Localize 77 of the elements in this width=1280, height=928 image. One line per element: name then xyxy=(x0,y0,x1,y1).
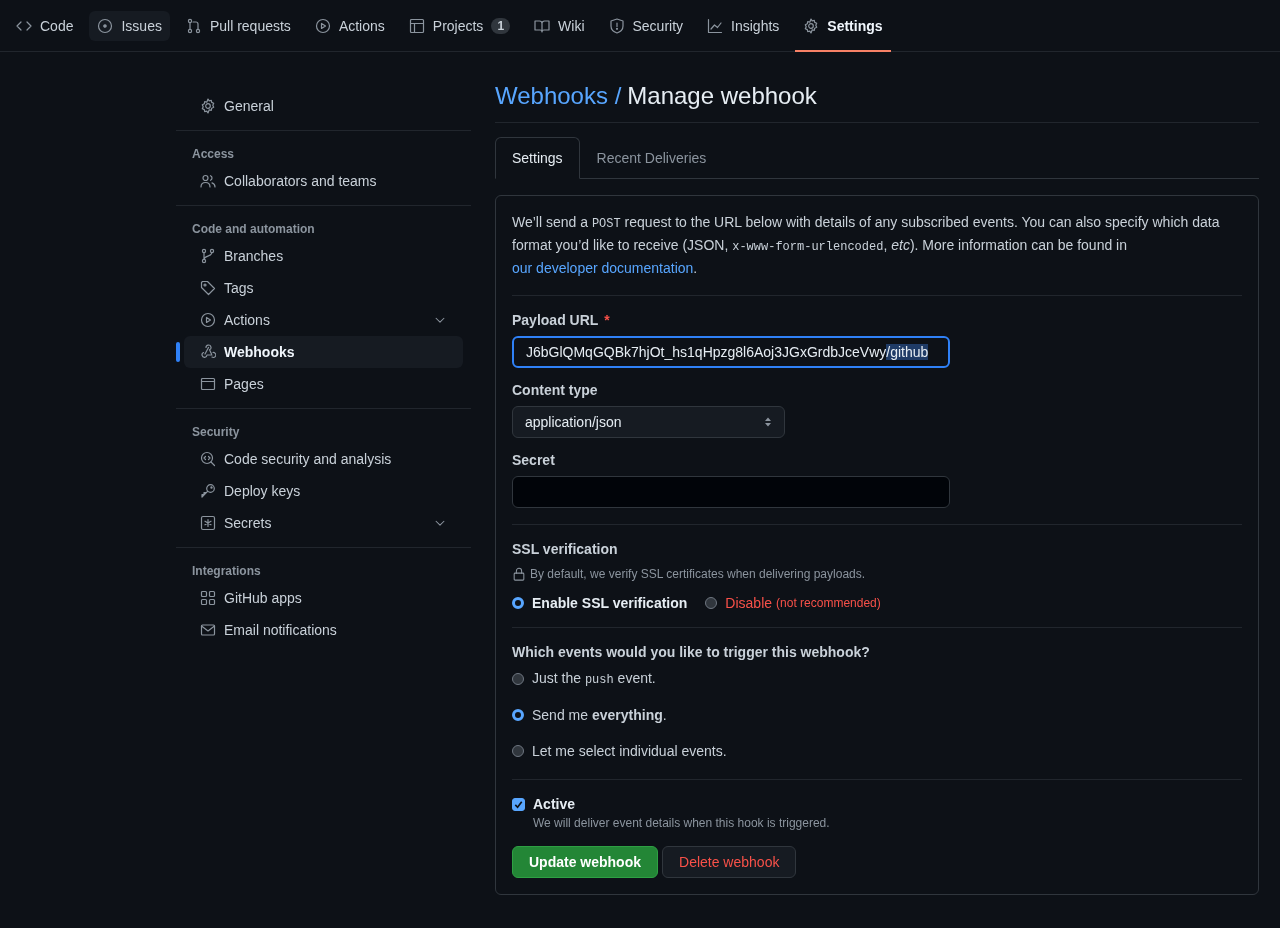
apps-grid-icon xyxy=(200,590,216,606)
repo-nav-tab[interactable]: Projects 1 xyxy=(400,0,519,52)
section-title: SSL verification xyxy=(512,541,619,557)
sidebar-heading: Integrations xyxy=(191,563,262,580)
sidebar-item[interactable]: Code security and analysis xyxy=(184,443,463,475)
branch-icon xyxy=(200,248,216,264)
sidebar-item[interactable]: GitHub apps xyxy=(184,582,463,614)
radio-button[interactable] xyxy=(512,745,524,757)
radio-label: Just the push event. xyxy=(532,670,656,687)
radio-button[interactable] xyxy=(512,672,524,685)
radio-button[interactable] xyxy=(512,597,524,609)
play-circle-icon xyxy=(314,17,331,34)
checkbox[interactable] xyxy=(512,798,525,811)
table-icon xyxy=(408,17,425,34)
radio-hint: (not recommended) xyxy=(776,596,881,610)
repo-nav-tab[interactable]: Settings xyxy=(795,0,891,52)
asterisk-icon xyxy=(200,515,216,531)
sidebar-item[interactable]: Branches xyxy=(184,240,463,272)
pull-request-icon xyxy=(185,17,202,34)
repo-nav-tab[interactable]: Pull requests xyxy=(177,0,299,52)
radio-button[interactable] xyxy=(705,597,718,609)
webhook-icon xyxy=(200,344,216,360)
shield-icon xyxy=(608,17,625,34)
radio-label: Enable SSL verification xyxy=(532,595,688,611)
key-icon xyxy=(200,483,216,499)
sidebar-item[interactable]: Email notifications xyxy=(184,614,463,646)
repo-nav-tab[interactable]: Security xyxy=(600,0,692,52)
people-icon xyxy=(200,173,216,189)
field-label: Secret xyxy=(512,452,556,468)
repo-nav-tab[interactable]: Insights xyxy=(699,0,788,52)
repo-nav-tab[interactable]: Actions xyxy=(306,0,393,52)
field-label: Content type xyxy=(512,382,599,398)
radio-label: Disable xyxy=(725,595,773,611)
repo-nav-tab[interactable]: Issues xyxy=(89,10,170,41)
delete-button[interactable]: Delete webhook xyxy=(662,846,797,878)
checkbox-label: Active xyxy=(533,796,577,812)
sidebar-item[interactable]: Collaborators and teams xyxy=(184,165,463,197)
sidebar-item[interactable]: General xyxy=(184,90,463,122)
mail-icon xyxy=(200,622,216,638)
sidebar-item[interactable]: Tags xyxy=(184,272,463,304)
play-circle-icon xyxy=(200,312,216,328)
code-scan-icon xyxy=(200,451,216,467)
repo-nav-tab[interactable]: Wiki xyxy=(526,0,593,52)
settings-icon xyxy=(803,17,820,34)
lock-icon xyxy=(512,567,526,581)
secret-field[interactable] xyxy=(512,476,950,508)
update-button[interactable]: Update webhook xyxy=(512,846,658,878)
tab[interactable]: Recent Deliveries xyxy=(579,137,724,179)
ssl-note: By default, we verify SSL certificates when delivering payloads. xyxy=(530,567,866,581)
payload-url-field[interactable]: J6bGlQMqGQBk7hjOt_hs1qHpzg8l6Aoj3JGxGrdbJceVwy/github xyxy=(512,336,950,368)
sidebar-heading: Code and automation xyxy=(191,221,316,238)
select-arrows-icon xyxy=(764,416,772,428)
sidebar-item[interactable]: Secrets xyxy=(184,507,463,539)
repo-nav-tab[interactable]: Code xyxy=(8,0,82,52)
sidebar-heading: Security xyxy=(191,424,241,441)
sidebar-item[interactable]: Pages xyxy=(184,368,463,400)
content-type-select[interactable]: application/json xyxy=(512,406,785,438)
breadcrumb-link[interactable]: Webhooks / xyxy=(495,82,622,110)
browser-icon xyxy=(200,376,216,392)
section-title: Which events would you like to trigger this webhook? xyxy=(512,644,871,660)
page-title: Manage webhook xyxy=(627,82,817,110)
settings-icon xyxy=(200,98,216,114)
sidebar-heading: Access xyxy=(191,146,236,163)
tag-icon xyxy=(200,280,216,296)
radio-label: Let me select individual events. xyxy=(532,743,727,759)
sidebar-item[interactable]: Actions xyxy=(184,304,463,336)
issue-icon xyxy=(97,17,114,34)
field-label: Payload URL xyxy=(512,312,599,328)
radio-label: Send me everything. xyxy=(532,707,667,723)
book-icon xyxy=(534,17,551,34)
checkbox-description: We will deliver event details when this hook is triggered. xyxy=(533,816,830,830)
required-mark: * xyxy=(604,312,610,328)
sidebar-item[interactable]: Deploy keys xyxy=(184,475,463,507)
graph-icon xyxy=(707,17,724,34)
radio-button[interactable] xyxy=(512,709,524,721)
tab[interactable]: Settings xyxy=(495,137,580,179)
count-badge: 1 xyxy=(491,17,511,34)
